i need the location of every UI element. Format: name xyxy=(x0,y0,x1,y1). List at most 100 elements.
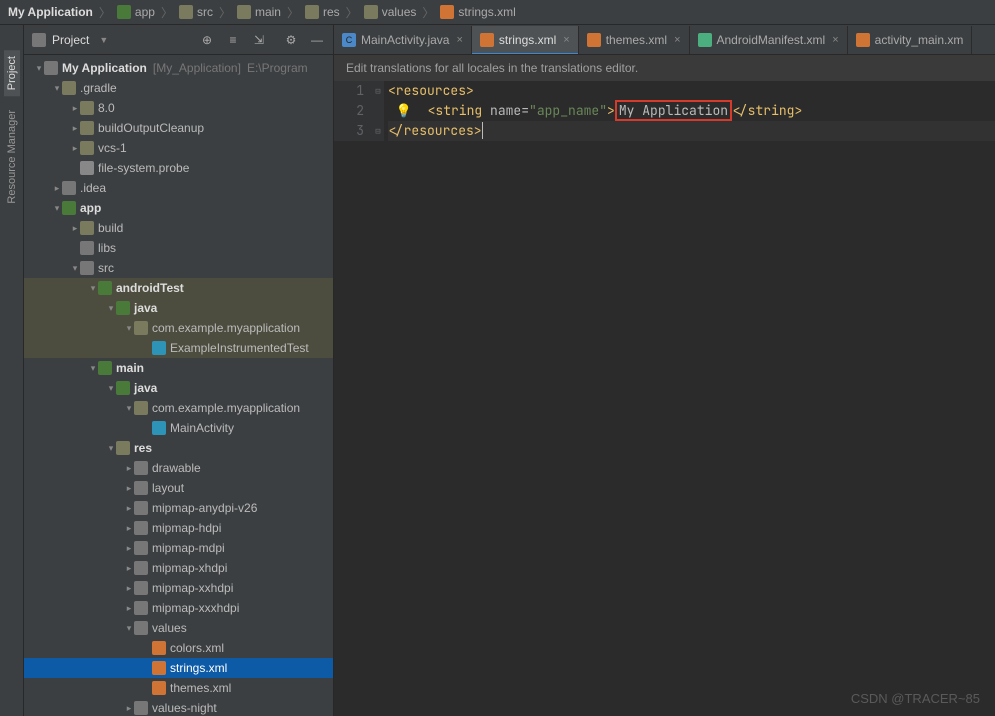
tree-item[interactable]: ▸mipmap-mdpi xyxy=(24,538,333,558)
folder-icon xyxy=(179,5,193,19)
editor-hint-banner[interactable]: Edit translations for all locales in the… xyxy=(334,55,995,81)
folder-icon xyxy=(134,561,148,575)
xml-file-icon xyxy=(152,641,166,655)
folder-icon xyxy=(134,521,148,535)
tree-item[interactable]: ▾com.example.myapplication xyxy=(24,318,333,338)
pane-title[interactable]: Project xyxy=(52,33,89,47)
tree-item[interactable]: ▸mipmap-anydpi-v26 xyxy=(24,498,333,518)
folder-icon xyxy=(80,121,94,135)
tree-item[interactable]: ▸mipmap-xxxhdpi xyxy=(24,598,333,618)
class-icon xyxy=(152,421,166,435)
tab-manifest[interactable]: AndroidManifest.xml× xyxy=(690,26,848,54)
tab-activity-main[interactable]: activity_main.xm xyxy=(848,26,973,54)
tree-root[interactable]: ▾My Application[My_Application]E:\Progra… xyxy=(24,58,333,78)
tab-mainactivity[interactable]: CMainActivity.java× xyxy=(334,26,472,54)
breadcrumb-item[interactable]: app xyxy=(117,5,155,19)
breadcrumb-item[interactable]: res xyxy=(305,5,340,19)
editor-tabs: CMainActivity.java× strings.xml× themes.… xyxy=(334,25,995,55)
tree-item[interactable]: ▾app xyxy=(24,198,333,218)
java-folder-icon xyxy=(116,381,130,395)
folder-icon xyxy=(80,261,94,275)
string-value-highlight: My Application xyxy=(615,100,732,121)
tree-item[interactable]: ▸buildOutputCleanup xyxy=(24,118,333,138)
manifest-file-icon xyxy=(698,33,712,47)
folder-icon xyxy=(80,101,94,115)
code-editor[interactable]: 123 ⊟⊟ <resources> 💡 <string name="app_n… xyxy=(334,81,995,141)
close-icon[interactable]: × xyxy=(563,34,569,46)
tree-item[interactable]: ▸layout xyxy=(24,478,333,498)
bulb-icon[interactable]: 💡 xyxy=(396,102,412,119)
folder-icon xyxy=(134,581,148,595)
tree-item[interactable]: ▾.gradle xyxy=(24,78,333,98)
xml-file-icon xyxy=(856,33,870,47)
code-content[interactable]: <resources> 💡 <string name="app_name">My… xyxy=(384,81,995,141)
editor-area: CMainActivity.java× strings.xml× themes.… xyxy=(334,25,995,716)
close-icon[interactable]: × xyxy=(674,34,680,46)
gear-icon[interactable]: ⚙ xyxy=(283,32,299,48)
breadcrumb-item[interactable]: values xyxy=(364,5,417,19)
close-icon[interactable]: × xyxy=(456,34,462,46)
expand-all-icon[interactable]: ≡ xyxy=(225,32,241,48)
chevron-right-icon: 〉 xyxy=(99,4,111,21)
tree-item[interactable]: ▸values-night xyxy=(24,698,333,716)
tree-item[interactable]: ▾androidTest xyxy=(24,278,333,298)
tree-item[interactable]: ▸mipmap-hdpi xyxy=(24,518,333,538)
select-opened-file-icon[interactable]: ⊕ xyxy=(199,32,215,48)
folder-icon xyxy=(80,141,94,155)
tree-item[interactable]: libs xyxy=(24,238,333,258)
tree-item[interactable]: ▾values xyxy=(24,618,333,638)
folder-icon xyxy=(62,81,76,95)
project-tool-window: Project ▼ ⊕ ≡ ⇲ ⚙ — ▾My Application[My_A… xyxy=(24,25,334,716)
breadcrumb-item[interactable]: main xyxy=(237,5,281,19)
folder-icon xyxy=(80,241,94,255)
tree-item[interactable]: themes.xml xyxy=(24,678,333,698)
tree-item[interactable]: ▸build xyxy=(24,218,333,238)
line-number-gutter: 123 xyxy=(334,81,372,141)
side-tab-resource-manager[interactable]: Resource Manager xyxy=(4,104,20,210)
folder-icon xyxy=(134,481,148,495)
folder-icon xyxy=(237,5,251,19)
breadcrumb-item[interactable]: src xyxy=(179,5,213,19)
close-icon[interactable]: × xyxy=(832,34,838,46)
side-tab-project[interactable]: Project xyxy=(4,50,20,96)
java-file-icon: C xyxy=(342,33,356,47)
chevron-right-icon: 〉 xyxy=(346,4,358,21)
breadcrumb-file[interactable]: strings.xml xyxy=(440,5,515,19)
tree-item[interactable]: colors.xml xyxy=(24,638,333,658)
folder-icon xyxy=(305,5,319,19)
tree-item[interactable]: ▾java xyxy=(24,298,333,318)
chevron-right-icon: 〉 xyxy=(219,4,231,21)
folder-icon xyxy=(44,61,58,75)
tree-item[interactable]: MainActivity xyxy=(24,418,333,438)
class-icon xyxy=(152,341,166,355)
tree-item[interactable]: ▸.idea xyxy=(24,178,333,198)
breadcrumb: My Application 〉 app 〉 src 〉 main 〉 res … xyxy=(0,0,995,25)
breadcrumb-root[interactable]: My Application xyxy=(8,5,93,19)
tree-item[interactable]: ▾com.example.myapplication xyxy=(24,398,333,418)
tab-themes[interactable]: themes.xml× xyxy=(579,26,690,54)
tab-strings[interactable]: strings.xml× xyxy=(472,26,579,54)
tree-item[interactable]: ▾src xyxy=(24,258,333,278)
tree-item[interactable]: ▸8.0 xyxy=(24,98,333,118)
project-tree[interactable]: ▾My Application[My_Application]E:\Progra… xyxy=(24,55,333,716)
collapse-all-icon[interactable]: ⇲ xyxy=(251,32,267,48)
tree-item-selected[interactable]: strings.xml xyxy=(24,658,333,678)
tree-item[interactable]: ▾java xyxy=(24,378,333,398)
tree-item[interactable]: ▸mipmap-xhdpi xyxy=(24,558,333,578)
tree-item[interactable]: ▸drawable xyxy=(24,458,333,478)
xml-file-icon xyxy=(152,681,166,695)
project-pane-header: Project ▼ ⊕ ≡ ⇲ ⚙ — xyxy=(24,25,333,55)
tree-item[interactable]: ▾main xyxy=(24,358,333,378)
tree-item[interactable]: ▸vcs-1 xyxy=(24,138,333,158)
package-icon xyxy=(134,321,148,335)
fold-gutter[interactable]: ⊟⊟ xyxy=(372,81,384,141)
chevron-down-icon[interactable]: ▼ xyxy=(99,35,108,45)
folder-icon xyxy=(134,461,148,475)
tree-item[interactable]: ▾res xyxy=(24,438,333,458)
tool-window-stripe: Project Resource Manager xyxy=(0,25,24,716)
tree-item[interactable]: ExampleInstrumentedTest xyxy=(24,338,333,358)
tree-item[interactable]: file-system.probe xyxy=(24,158,333,178)
folder-icon xyxy=(134,701,148,715)
hide-icon[interactable]: — xyxy=(309,32,325,48)
tree-item[interactable]: ▸mipmap-xxhdpi xyxy=(24,578,333,598)
